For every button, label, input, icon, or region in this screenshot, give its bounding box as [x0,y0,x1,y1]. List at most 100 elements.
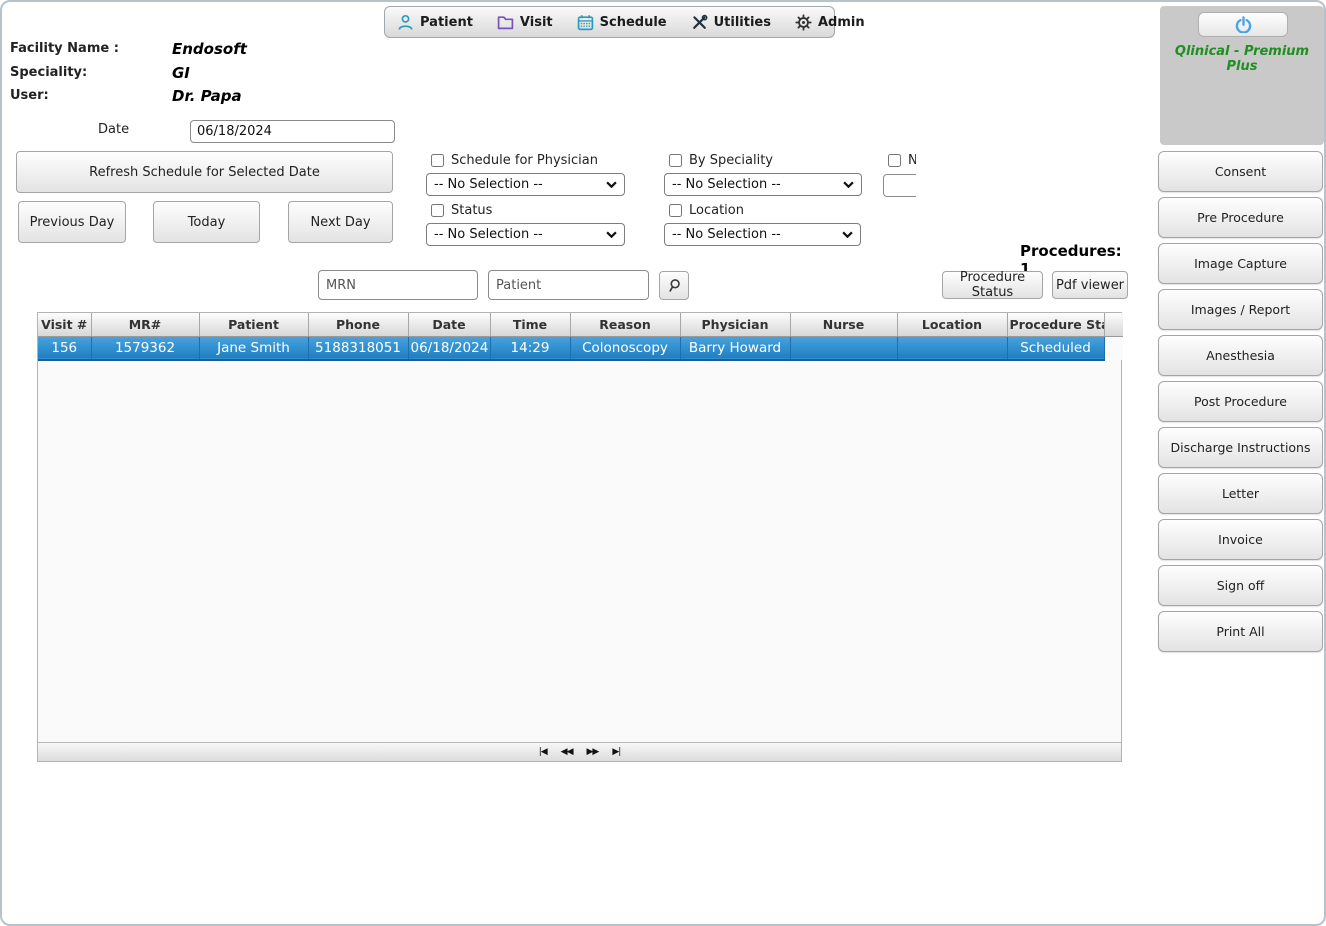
chevron-down-icon [606,231,617,238]
power-icon [1235,16,1252,33]
patient-icon [397,14,414,31]
chevron-down-icon [843,181,854,188]
nurse-input[interactable] [883,174,916,197]
nav-visit[interactable]: Visit [497,14,553,31]
col-date[interactable]: Date [408,313,490,336]
location-checkbox[interactable]: Location [669,203,744,218]
cell-physician[interactable]: Barry Howard [680,336,790,360]
cell-reason[interactable]: Colonoscopy [570,336,680,360]
date-label: Date [98,122,129,137]
previous-day-button[interactable]: Previous Day [18,201,126,243]
status-checkbox-input[interactable] [431,204,444,217]
sidebar-discharge-instructions-button[interactable]: Discharge Instructions [1158,427,1323,468]
physician-select[interactable]: -- No Selection -- [426,173,625,196]
sidebar-invoice-button[interactable]: Invoice [1158,519,1323,560]
status-select[interactable]: -- No Selection -- [426,223,625,246]
nurse-label: Nu [908,153,916,168]
nav-schedule[interactable]: Schedule [577,14,667,31]
speciality-value: GI [172,64,190,82]
status-checkbox[interactable]: Status [431,203,492,218]
date-input[interactable] [190,120,395,143]
schedule-for-physician-label: Schedule for Physician [451,153,598,168]
col-visit[interactable]: Visit # [38,313,91,336]
pager-prev-icon[interactable]: ◀◀ [561,747,573,757]
nav-admin-label: Admin [818,15,865,30]
nurse-checkbox[interactable]: Nu [888,153,916,168]
facility-name-value: Endosoft [172,40,247,58]
nav-patient[interactable]: Patient [397,14,473,31]
pager-next-icon[interactable]: ▶▶ [587,747,599,757]
schedule-for-physician-checkbox-input[interactable] [431,154,444,167]
today-button[interactable]: Today [153,201,260,243]
schedule-for-physician-checkbox[interactable]: Schedule for Physician [431,153,598,168]
col-physician[interactable]: Physician [680,313,790,336]
nav-visit-label: Visit [520,15,553,30]
pager-last-icon[interactable]: ▶| [612,747,620,757]
location-label: Location [689,203,744,218]
patient-search-input[interactable] [488,270,649,300]
refresh-schedule-button[interactable]: Refresh Schedule for Selected Date [16,151,393,193]
sidebar-images-report-button[interactable]: Images / Report [1158,289,1323,330]
admin-gear-icon [795,14,812,31]
search-button[interactable] [659,271,689,300]
user-label: User: [10,88,49,103]
by-speciality-label: By Speciality [689,153,773,168]
col-reason[interactable]: Reason [570,313,680,336]
cell-mr[interactable]: 1579362 [91,336,199,360]
cell-time[interactable]: 14:29 [490,336,570,360]
nav-patient-label: Patient [420,15,473,30]
col-location[interactable]: Location [897,313,1007,336]
cell-patient[interactable]: Jane Smith [199,336,308,360]
sidebar-anesthesia-button[interactable]: Anesthesia [1158,335,1323,376]
sidebar-image-capture-button[interactable]: Image Capture [1158,243,1323,284]
cell-phone[interactable]: 5188318051 [308,336,408,360]
col-scrollbar-stub [1104,313,1123,336]
sidebar-sign-off-button[interactable]: Sign off [1158,565,1323,606]
pdf-viewer-button[interactable]: Pdf viewer [1052,271,1128,299]
location-checkbox-input[interactable] [669,204,682,217]
location-select[interactable]: -- No Selection -- [664,223,861,246]
cell-visit[interactable]: 156 [38,336,91,360]
nurse-filter-clipped: Nu [883,148,916,200]
pager-first-icon[interactable]: |◀ [539,747,547,757]
schedule-calendar-icon [577,14,594,31]
sidebar-consent-button[interactable]: Consent [1158,151,1323,192]
location-select-value: -- No Selection -- [672,227,781,242]
col-mr[interactable]: MR# [91,313,199,336]
mrn-search-input[interactable] [318,270,478,300]
sidebar-letter-button[interactable]: Letter [1158,473,1323,514]
cell-date[interactable]: 06/18/2024 [408,336,490,360]
procedure-status-button[interactable]: Procedure Status [942,271,1043,299]
by-speciality-checkbox-input[interactable] [669,154,682,167]
facility-name-label: Facility Name : [10,41,119,56]
grid-header-row: Visit # MR# Patient Phone Date Time Reas… [38,313,1123,336]
cell-location[interactable] [897,336,1007,360]
brand-title: Qlinical - Premium Plus [1160,44,1324,74]
grid-pager: |◀ ◀◀ ▶▶ ▶| [38,742,1121,761]
sidebar-post-procedure-button[interactable]: Post Procedure [1158,381,1323,422]
status-label: Status [451,203,492,218]
sidebar-print-all-button[interactable]: Print All [1158,611,1323,652]
schedule-row-selected[interactable]: 156 1579362 Jane Smith 5188318051 06/18/… [38,336,1123,360]
top-nav-bar: Patient Visit Schedule Utilities Admin [384,6,835,38]
cell-nurse[interactable] [790,336,897,360]
visit-folder-icon [497,14,514,31]
sidebar-pre-procedure-button[interactable]: Pre Procedure [1158,197,1323,238]
col-phone[interactable]: Phone [308,313,408,336]
nav-admin[interactable]: Admin [795,14,865,31]
power-button[interactable] [1198,12,1288,37]
qlinical-app-window: Patient Visit Schedule Utilities Admin F… [0,0,1326,926]
nav-utilities[interactable]: Utilities [691,14,771,31]
user-value: Dr. Papa [172,87,242,105]
next-day-button[interactable]: Next Day [288,201,393,243]
speciality-label: Speciality: [10,65,87,80]
col-time[interactable]: Time [490,313,570,336]
speciality-select[interactable]: -- No Selection -- [664,173,862,196]
status-select-value: -- No Selection -- [434,227,543,242]
col-patient[interactable]: Patient [199,313,308,336]
nurse-checkbox-input[interactable] [888,154,901,167]
by-speciality-checkbox[interactable]: By Speciality [669,153,773,168]
col-procedure-status[interactable]: Procedure Status [1007,313,1104,336]
col-nurse[interactable]: Nurse [790,313,897,336]
cell-procedure-status[interactable]: Scheduled [1007,336,1104,360]
